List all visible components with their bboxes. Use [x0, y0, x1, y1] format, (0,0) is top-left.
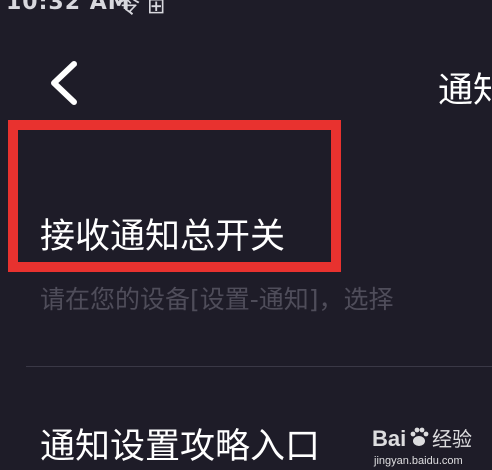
page-title: 通知 — [438, 71, 492, 111]
master-switch-row[interactable]: 接收通知总开关 请在您的设备[设置-通知]，选择 — [0, 180, 492, 340]
status-bar: 10:32 AM 令 ⊞ — [0, 0, 492, 18]
master-switch-description: 请在您的设备[设置-通知]，选择 — [40, 285, 394, 314]
divider — [26, 366, 492, 367]
status-icons: 令 ⊞ — [118, 0, 166, 18]
guide-entry-item[interactable]: 通知设置攻略入口 — [0, 404, 492, 470]
guide-entry-label: 通知设置攻略入口 — [40, 427, 321, 467]
master-switch-label: 接收通知总开关 — [40, 217, 286, 257]
status-time: 10:32 AM — [6, 0, 131, 15]
chevron-left-icon — [51, 61, 77, 105]
back-button[interactable] — [40, 58, 90, 108]
